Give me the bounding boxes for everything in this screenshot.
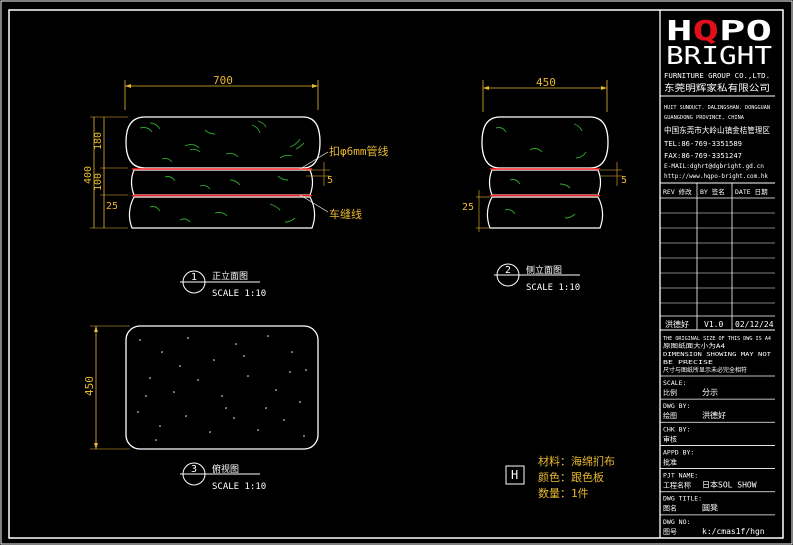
drawing-sheet: 700 400 180 100 25 扣φ6mm管线 5 车缝线 1 正立面图 …	[0, 0, 793, 545]
note-line-1: THE ORIGINAL SIZE OF THIS DWG IS A4	[663, 336, 772, 342]
material-notes: H 材料：海绵扪布 颜色：跟色板 数量：1件	[505, 454, 615, 500]
side-width-dim: 450	[536, 76, 556, 89]
front-tube-note: 扣φ6mm管线	[329, 144, 389, 158]
address-tel: TEL:86-769-3351589	[664, 140, 742, 148]
title-block-label-en: DWG NO:	[663, 518, 690, 526]
title-block-label-cn: 批准	[663, 457, 677, 466]
title-block-label-en: DWG BY:	[663, 402, 690, 410]
title-block-value: 分示	[702, 388, 718, 397]
material-tag: H	[511, 468, 518, 482]
material-line-1: 材料：海绵扪布	[538, 454, 615, 468]
title-block-label-en: APPD BY:	[663, 448, 694, 456]
note-line-4: BE PRECISE	[663, 360, 713, 366]
material-line-2: 颜色：跟色板	[538, 470, 604, 484]
title-block-value: k:/cmas1f/hgn	[702, 527, 765, 536]
svg-text:BRIGHT: BRIGHT	[666, 41, 772, 70]
title-block-value: 洪德好	[702, 410, 726, 420]
front-caption-scale: SCALE 1:10	[212, 289, 266, 299]
front-mid-band	[130, 169, 314, 196]
address-en-1: HUIT SUNDUCT. DALINGSHAN. DONGGUAN	[664, 105, 770, 111]
side-top-cushion	[481, 116, 609, 169]
title-block-label-en: CHK BY:	[663, 425, 690, 433]
rev-header-date: DATE 日期	[735, 188, 768, 196]
note-line-2: 原图纸面大小为A4	[663, 342, 725, 350]
title-block-label-cn: 图名	[663, 504, 677, 513]
company-name-cn: 东莞明辉家私有限公司	[664, 82, 770, 94]
plan-outline	[125, 325, 319, 450]
side-caption-scale: SCALE 1:10	[526, 283, 580, 293]
plan-caption-title: 俯视图	[212, 463, 239, 475]
note-line-3: DIMENSION SHOWING MAY NOT	[663, 352, 772, 358]
company-name-en: FURNITURE GROUP CO.,LTD.	[664, 72, 770, 80]
side-hatch	[495, 123, 587, 219]
title-block-label-en: DWG TITLE:	[663, 495, 702, 503]
plan-caption-num: 3	[191, 464, 197, 475]
company-logo: H Q PO BRIGHT	[666, 14, 772, 70]
plan-speckle	[137, 335, 307, 441]
side-mid-band	[488, 169, 602, 196]
note-line-5: 尺寸与图纸所显示未必完全相符	[663, 366, 747, 374]
side-base	[486, 196, 604, 229]
title-block-value: 圆凳	[702, 503, 718, 513]
title-block-label-cn: 图号	[663, 528, 677, 536]
title-block-label-cn: 审核	[663, 434, 677, 443]
front-caption-num: 1	[191, 272, 197, 283]
side-bot-dim: 25	[462, 202, 474, 213]
address-fax: FAX:86-769-3351247	[664, 152, 742, 160]
rev-row-date: 02/12/24	[735, 320, 774, 329]
side-tube-dim: 5	[621, 175, 627, 186]
address-email: E-MAIL:dghrt@dgbright.gd.cn	[664, 163, 764, 170]
title-block-label-cn: 绘图	[663, 411, 677, 420]
title-block-label-cn: 工程名称	[663, 481, 691, 490]
front-width-dim: 700	[213, 74, 233, 87]
front-stitch-note: 车缝线	[329, 207, 362, 221]
front-hatch	[139, 120, 305, 223]
title-block-label-en: SCALE:	[663, 379, 686, 387]
front-seg-mid-dim: 100	[93, 173, 104, 191]
front-seg-top-dim: 180	[93, 132, 104, 150]
front-seg-bot-dim: 25	[106, 201, 118, 212]
rev-header-rev: REV 修改	[663, 187, 692, 196]
rev-row-rev: 洪德好	[665, 319, 689, 329]
title-block-value: 日本SOL SHOW	[702, 480, 757, 490]
address-web: http://www.hqpo-bright.com.hk	[664, 173, 768, 180]
front-view: 700 400 180 100 25 扣φ6mm管线 5 车缝线 1 正立面图 …	[83, 74, 389, 299]
rev-header-by: BY 签名	[700, 187, 725, 196]
side-caption-num: 2	[505, 265, 511, 276]
address-en-2: GUANGDONG PROVINCE, CHINA	[664, 115, 745, 121]
title-block: H Q PO BRIGHT FURNITURE GROUP CO.,LTD. 东莞明…	[659, 10, 775, 538]
title-block-label-cn: 比例	[663, 388, 677, 397]
front-tube-dim: 5	[327, 175, 333, 186]
plan-caption-scale: SCALE 1:10	[212, 482, 266, 492]
front-caption-title: 正立面图	[212, 270, 248, 282]
plan-height-dim: 450	[83, 376, 96, 396]
plan-view: 450 3 俯视图 SCALE 1:10	[83, 325, 319, 492]
rev-row-by: V1.0	[704, 320, 723, 329]
address-cn: 中国东莞市大岭山镇金桔管理区	[664, 125, 770, 135]
title-block-rows: SCALE:比例 分示 DWG BY:绘图 洪德好 CHK BY:审核 APPD BY:批…	[660, 375, 775, 536]
title-block-label-en: PJT NAME:	[663, 472, 698, 480]
material-line-3: 数量：1件	[538, 487, 589, 500]
side-caption-title: 侧立面图	[526, 264, 562, 276]
side-view: 450 25 5 2 侧立面图 SCALE 1:10	[462, 76, 627, 293]
